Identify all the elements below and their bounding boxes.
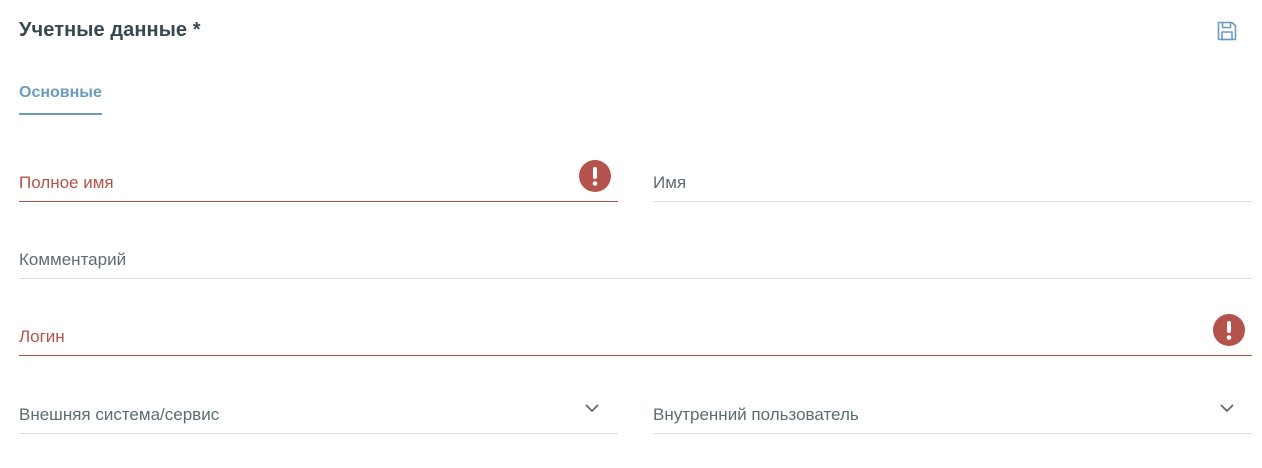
tab-bar: Основные [19,84,102,115]
save-icon [1217,21,1237,41]
external-system-select[interactable]: Внешняя система/сервис [19,393,618,434]
first-name-field[interactable]: Имя [653,161,1252,202]
full-name-label: Полное имя [19,173,114,192]
login-label: Логин [19,327,65,346]
full-name-error-icon [579,160,611,192]
comment-label: Комментарий [19,250,127,269]
external-system-label: Внешняя система/сервис [19,405,220,424]
login-error-icon [1213,314,1245,346]
chevron-down-icon[interactable] [1218,399,1236,417]
exclamation-icon [592,167,598,186]
internal-user-label: Внутренний пользователь [653,405,859,424]
first-name-label: Имя [653,173,687,192]
internal-user-select[interactable]: Внутренний пользователь [653,393,1252,434]
login-field[interactable]: Логин [19,315,1252,356]
save-button[interactable] [1214,18,1240,44]
exclamation-icon [1226,321,1232,340]
comment-field[interactable]: Комментарий [19,238,1252,279]
credentials-panel: Учетные данные * Основные Полное имя Имя… [0,0,1262,468]
tab-main[interactable]: Основные [19,84,102,115]
full-name-field[interactable]: Полное имя [19,161,618,202]
page-title: Учетные данные * [19,19,201,41]
chevron-down-icon[interactable] [583,399,601,417]
